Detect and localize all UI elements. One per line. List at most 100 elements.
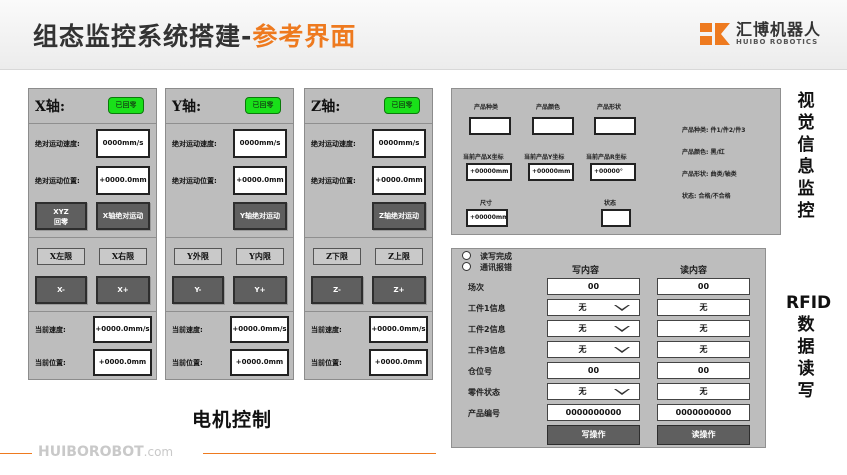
- abs-speed-label: 绝对运动速度:: [172, 140, 217, 148]
- write-done-radio[interactable]: [462, 251, 471, 260]
- legend-state: 状态: 合格/不合格: [682, 193, 731, 200]
- page-title-accent: 参考界面: [252, 22, 357, 51]
- current-position-value: +0000.0mm: [230, 349, 289, 376]
- y-minus-button[interactable]: Y-: [172, 276, 224, 304]
- write-content-header: 写内容: [572, 266, 600, 276]
- current-position-value: +0000.0mm: [369, 349, 428, 376]
- abs-speed-label: 绝对运动速度:: [311, 140, 356, 148]
- abs-speed-input[interactable]: 0000mm/s: [96, 129, 150, 158]
- x-right-limit-indicator: X右限: [99, 248, 147, 265]
- rfid-read-value: 无: [657, 341, 750, 358]
- current-speed-value: +0000.0mm/s: [93, 316, 152, 343]
- rfid-read-value: 无: [657, 299, 750, 316]
- logo: 汇博机器人 HUIBO ROBOTICS: [699, 22, 821, 46]
- rfid-caption-char: 读: [797, 359, 815, 379]
- rfid-row-label: 场次: [468, 283, 484, 292]
- rfid-caption: RFID 数据读写: [786, 292, 832, 402]
- comm-error-label: 通讯报错: [480, 263, 512, 272]
- rfid-write-select[interactable]: 无: [547, 383, 640, 400]
- z-axis-panel: Z轴: 已回零 绝对运动速度: 0000mm/s 绝对运动位置: +0000.0…: [304, 88, 433, 380]
- vision-caption-char: 控: [797, 201, 815, 221]
- abs-position-input[interactable]: +0000.0mm: [96, 166, 150, 195]
- rfid-write-select[interactable]: 无: [547, 341, 640, 358]
- y-inner-limit-indicator: Y内限: [236, 248, 284, 265]
- rfid-row-label: 工件1信息: [468, 304, 506, 313]
- current-speed-label: 当前速度:: [172, 326, 203, 334]
- abs-speed-input[interactable]: 0000mm/s: [233, 129, 287, 158]
- homed-indicator: 已回零: [108, 97, 144, 114]
- rfid-caption-char: RFID: [786, 293, 832, 313]
- x-plus-button[interactable]: X+: [96, 276, 150, 304]
- rfid-panel: 读写完成 通讯报错 写内容 读内容 场次 00 00 工件1信息无无工件2信息无无工件…: [451, 248, 766, 448]
- rfid-write-input[interactable]: 00: [547, 278, 640, 295]
- vision-caption-char: 觉: [797, 113, 815, 133]
- abs-speed-input[interactable]: 0000mm/s: [372, 129, 426, 158]
- x-minus-button[interactable]: X-: [35, 276, 87, 304]
- rfid-write-input[interactable]: 0000000000: [547, 404, 640, 421]
- abs-position-input[interactable]: +0000.0mm: [233, 166, 287, 195]
- chevron-down-icon: [614, 305, 630, 311]
- homed-indicator: 已回零: [384, 97, 420, 114]
- chevron-down-icon: [614, 326, 630, 332]
- current-speed-label: 当前速度:: [35, 326, 66, 334]
- chevron-down-icon: [614, 389, 630, 395]
- rfid-row-label: 仓位号: [468, 367, 492, 376]
- abs-position-label: 绝对运动位置:: [35, 177, 80, 185]
- comm-error-radio[interactable]: [462, 262, 471, 271]
- y-abs-move-button[interactable]: Y轴绝对运动: [233, 202, 287, 230]
- logo-text-en: HUIBO ROBOTICS: [735, 38, 819, 46]
- product-shape-label: 产品形状: [597, 104, 622, 111]
- axis-title: X轴:: [35, 99, 66, 115]
- vision-caption-char: 监: [797, 179, 815, 199]
- z-upper-limit-indicator: Z上限: [375, 248, 423, 265]
- x-abs-move-button[interactable]: X轴绝对运动: [96, 202, 150, 230]
- rfid-read-value: 无: [657, 383, 750, 400]
- rfid-write-value: 无: [578, 345, 587, 354]
- product-color-value: [532, 117, 574, 135]
- write-operation-button[interactable]: 写操作: [547, 425, 640, 445]
- abs-position-input[interactable]: +0000.0mm: [372, 166, 426, 195]
- pos-x-value: +00000mm: [466, 163, 512, 181]
- current-position-label: 当前位置:: [172, 359, 203, 367]
- z-minus-button[interactable]: Z-: [311, 276, 363, 304]
- abs-position-label: 绝对运动位置:: [311, 177, 356, 185]
- rfid-write-select[interactable]: 无: [547, 320, 640, 337]
- footer-brand: HUIBOROBOT.com: [38, 444, 173, 460]
- z-abs-move-button[interactable]: Z轴绝对运动: [372, 202, 426, 230]
- current-position-value: +0000.0mm: [93, 349, 152, 376]
- z-plus-button[interactable]: Z+: [372, 276, 426, 304]
- product-type-label: 产品种类: [474, 104, 499, 111]
- product-type-value: [469, 117, 511, 135]
- rfid-write-input[interactable]: 00: [547, 362, 640, 379]
- vision-panel: 产品种类 产品颜色 产品形状 当前产品X坐标 +00000mm 当前产品Y坐标 …: [451, 88, 781, 235]
- vision-caption: 视觉信息监控: [786, 90, 826, 222]
- y-outer-limit-indicator: Y外限: [174, 248, 222, 265]
- pos-y-label: 当前产品Y坐标: [524, 154, 565, 161]
- y-plus-button[interactable]: Y+: [233, 276, 287, 304]
- motor-control-caption: 电机控制: [192, 409, 273, 431]
- z-lower-limit-indicator: Z下限: [313, 248, 361, 265]
- rfid-caption-char: 数: [797, 315, 815, 335]
- read-content-header: 读内容: [680, 266, 708, 276]
- read-operation-button[interactable]: 读操作: [657, 425, 750, 445]
- rfid-write-value: 无: [578, 303, 587, 312]
- legend-product-type: 产品种类: 件1/件2/件3: [682, 127, 746, 134]
- product-shape-value: [594, 117, 636, 135]
- rfid-row-label: 产品编号: [468, 409, 500, 418]
- current-position-label: 当前位置:: [311, 359, 342, 367]
- pos-x-label: 当前产品X坐标: [463, 154, 504, 161]
- axis-title: Z轴:: [311, 99, 341, 115]
- product-color-label: 产品颜色: [536, 104, 561, 111]
- page-title-main: 组态监控系统搭建-: [33, 22, 253, 51]
- homed-indicator: 已回零: [245, 97, 281, 114]
- rfid-caption-char: 据: [797, 337, 815, 357]
- rfid-read-value: 无: [657, 320, 750, 337]
- x-axis-panel: X轴: 已回零 绝对运动速度: 0000mm/s 绝对运动位置: +0000.0…: [28, 88, 157, 380]
- rfid-read-value: 00: [657, 362, 750, 379]
- xyz-home-button[interactable]: XYZ 回零: [35, 202, 87, 230]
- vision-caption-char: 视: [797, 91, 815, 111]
- rfid-write-select[interactable]: 无: [547, 299, 640, 316]
- pos-r-value: +00000°: [590, 163, 636, 181]
- pos-r-label: 当前产品R坐标: [586, 154, 627, 161]
- size-value: +00000mm: [466, 209, 508, 227]
